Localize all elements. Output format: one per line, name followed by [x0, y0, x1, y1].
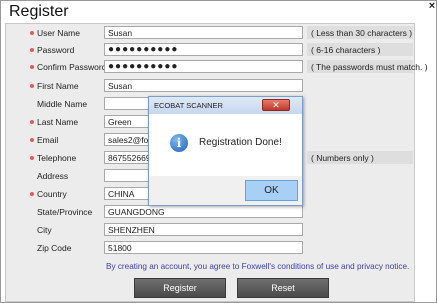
required-dot: [30, 65, 34, 69]
first-name-label: First Name: [37, 81, 79, 91]
required-dot: [30, 31, 34, 35]
row-first-name: First Name Susan: [1, 77, 431, 97]
dialog-body: i Registration Done!: [149, 114, 302, 176]
required-dot: [30, 156, 34, 160]
dialog-title: ECOBAT SCANNER: [154, 101, 223, 110]
telephone-label: Telephone: [37, 153, 77, 163]
state-province-input[interactable]: GUANGDONG: [104, 205, 303, 218]
row-confirm-password: Confirm Password ●●●●●●●●●● ( The passwo…: [1, 58, 431, 78]
ok-button[interactable]: OK: [245, 180, 298, 201]
telephone-hint: ( Numbers only ): [307, 151, 413, 164]
row-city: City SHENZHEN: [1, 221, 431, 241]
required-dot: [30, 84, 34, 88]
password-hint: ( 6-16 characters ): [307, 43, 413, 56]
zip-code-label: Zip Code: [37, 243, 72, 253]
row-state-province: State/Province GUANGDONG: [1, 203, 431, 223]
address-label: Address: [37, 171, 69, 181]
state-province-label: State/Province: [37, 207, 93, 217]
dialog-close-icon[interactable]: ✕: [262, 99, 290, 111]
required-dot: [30, 138, 34, 142]
register-button[interactable]: Register: [134, 278, 226, 298]
user-name-input[interactable]: Susan: [104, 26, 303, 39]
dialog-title-bar: ECOBAT SCANNER ✕: [149, 97, 302, 114]
info-icon: i: [170, 134, 188, 152]
confirm-password-hint: ( The passwords must match. ): [307, 60, 428, 73]
row-zip-code: Zip Code 51800: [1, 239, 431, 259]
window-title: Register: [9, 3, 69, 20]
email-label: Email: [37, 135, 59, 145]
city-input[interactable]: SHENZHEN: [104, 223, 303, 236]
required-dot: [30, 48, 34, 52]
reset-button[interactable]: Reset: [237, 278, 329, 298]
close-icon[interactable]: ×: [427, 1, 437, 12]
password-input[interactable]: ●●●●●●●●●●: [104, 43, 303, 56]
first-name-input[interactable]: Susan: [104, 79, 303, 92]
dialog-message: Registration Done!: [199, 137, 282, 148]
city-label: City: [37, 225, 52, 235]
confirm-password-label: Confirm Password: [37, 62, 107, 72]
register-window: Register × User Name Susan ( Less than 3…: [0, 0, 437, 303]
country-label: Country: [37, 189, 67, 199]
title-bar: Register ×: [1, 1, 437, 23]
required-dot: [30, 192, 34, 196]
user-name-label: User Name: [37, 28, 80, 38]
middle-name-label: Middle Name: [37, 99, 88, 109]
password-label: Password: [37, 45, 75, 55]
required-dot: [30, 120, 34, 124]
agreement-notice: By creating an account, you agree to Fox…: [106, 262, 410, 271]
user-name-hint: ( Less than 30 characters ): [307, 26, 413, 39]
dialog-footer: OK: [149, 176, 302, 205]
message-dialog: ECOBAT SCANNER ✕ i Registration Done! OK: [148, 96, 303, 206]
last-name-label: Last Name: [37, 117, 79, 127]
zip-code-input[interactable]: 51800: [104, 241, 303, 254]
confirm-password-input[interactable]: ●●●●●●●●●●: [104, 60, 303, 73]
